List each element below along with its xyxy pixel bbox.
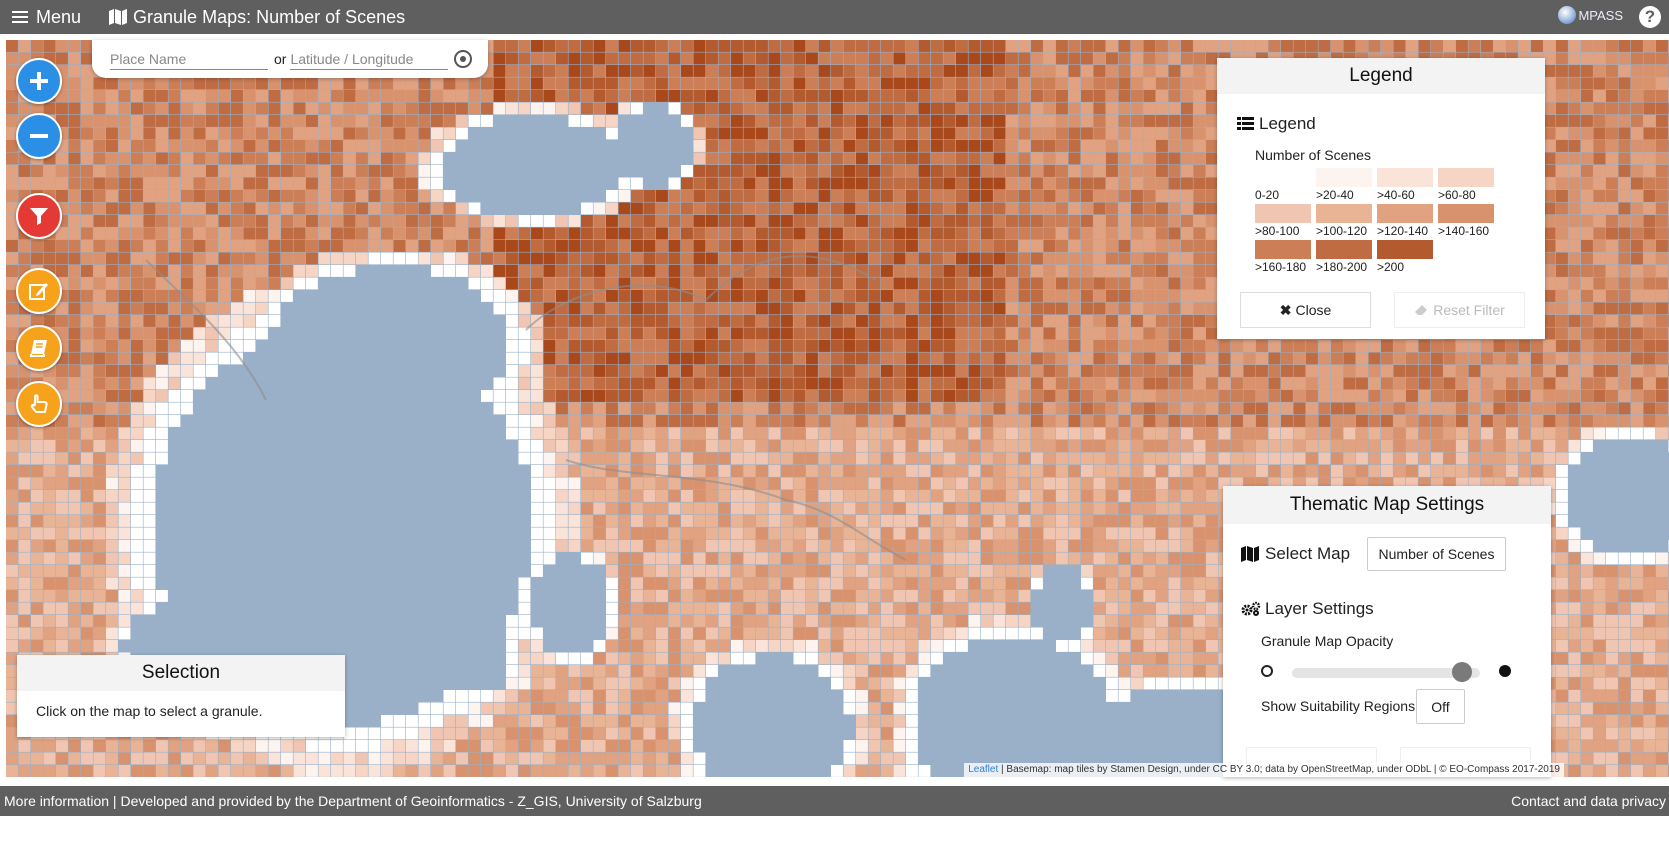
footer-info-link[interactable]: More information | Developed and provide… (4, 793, 702, 809)
gears-icon (1241, 601, 1261, 616)
menu-label: Menu (36, 6, 82, 27)
search-bar: or (92, 40, 488, 78)
legend-label: >160-180 (1255, 260, 1307, 274)
legend-class-5: >100-120 (1316, 204, 1372, 238)
minus-icon (30, 134, 48, 138)
legend-label: >60-80 (1438, 188, 1476, 202)
hamburger-icon (12, 11, 28, 23)
legend-swatch (1438, 168, 1494, 187)
legend-swatch (1438, 204, 1494, 223)
list-icon (1237, 117, 1254, 130)
reset-filter-button[interactable]: Reset Filter (1394, 292, 1525, 328)
legend-swatch (1255, 204, 1311, 223)
edit-button[interactable] (16, 268, 62, 314)
footer: More information | Developed and provide… (0, 786, 1669, 816)
legend-class-0: 0-20 (1255, 168, 1311, 202)
attribution-text: | Basemap: map tiles by Stamen Design, u… (998, 764, 1560, 775)
or-label: or (274, 51, 287, 67)
legend-label: >20-40 (1316, 188, 1354, 202)
select-map-label: Select Map (1265, 544, 1351, 563)
layer-settings-row: Layer Settings (1241, 599, 1374, 619)
plus-icon (30, 72, 48, 90)
opacity-max-icon (1499, 665, 1511, 677)
map-attribution: Leaflet | Basemap: map tiles by Stamen D… (964, 763, 1564, 777)
locate-icon[interactable] (454, 50, 473, 68)
globe-icon (1558, 6, 1577, 24)
close-icon: ✖ (1279, 301, 1292, 318)
brand-logo: MPASS (1558, 6, 1623, 24)
thematic-title: Thematic Map Settings (1223, 486, 1551, 524)
page-title-text: Granule Maps: Number of Scenes (133, 6, 406, 27)
place-name-input[interactable] (110, 48, 268, 70)
latlon-input[interactable] (290, 48, 449, 70)
legend-close-label: Close (1295, 302, 1332, 318)
selection-title: Selection (17, 655, 345, 691)
legend-class-4: >80-100 (1255, 204, 1311, 238)
zoom-out-button[interactable] (16, 113, 62, 159)
legend-class-6: >120-140 (1377, 204, 1433, 238)
layer-settings-label: Layer Settings (1265, 599, 1374, 618)
legend-subtitle: Legend (1237, 114, 1545, 134)
legend-panel-title: Legend (1217, 58, 1545, 94)
selection-hint: Click on the map to select a granule. (36, 703, 263, 719)
reset-filter-label: Reset Filter (1433, 302, 1505, 318)
legend-swatch (1316, 240, 1372, 259)
legend-label: >80-100 (1255, 224, 1300, 238)
legend-swatch (1377, 168, 1433, 187)
brand-text: MPASS (1578, 7, 1623, 23)
legend-swatch (1255, 168, 1311, 187)
filter-icon (30, 208, 48, 225)
suitability-label: Show Suitability Regions (1261, 698, 1416, 714)
legend-label: >140-160 (1438, 224, 1490, 238)
legend-label: >200 (1377, 260, 1405, 274)
select-map-dropdown[interactable]: Number of Scenes (1367, 537, 1506, 571)
legend-close-button[interactable]: ✖ Close (1240, 292, 1371, 328)
eraser-icon (1415, 305, 1428, 315)
legend-panel: Legend Legend Number of Scenes 0-20 >20-4… (1217, 58, 1545, 339)
legend-swatch (1316, 168, 1372, 187)
legend-class-10: >200 (1377, 240, 1433, 274)
filter-button[interactable] (16, 193, 62, 239)
zoom-in-button[interactable] (16, 58, 62, 104)
page-bottom (0, 816, 1669, 868)
map-icon (109, 9, 128, 25)
legend-subtitle-text: Legend (1259, 114, 1316, 133)
menu-button[interactable]: Menu (12, 7, 81, 28)
thematic-settings-panel: Thematic Map Settings Select Map Number … (1223, 486, 1551, 777)
legend-label: >120-140 (1377, 224, 1429, 238)
legend-swatch (1255, 240, 1311, 259)
legend-scale-title: Number of Scenes (1255, 147, 1371, 163)
legend-swatch (1316, 204, 1372, 223)
suitability-toggle[interactable]: Off (1416, 689, 1465, 724)
legend-label: >40-60 (1377, 188, 1415, 202)
legend-swatch (1377, 240, 1433, 259)
map-icon (1241, 546, 1259, 562)
leaflet-link[interactable]: Leaflet (968, 764, 998, 775)
opacity-label: Granule Map Opacity (1261, 633, 1394, 649)
legend-label: 0-20 (1255, 188, 1280, 202)
footer-contact-link[interactable]: Contact and data privacy (1511, 793, 1666, 809)
top-bar: Menu Granule Maps: Number of Scenes MPAS… (0, 0, 1669, 34)
selection-panel: Selection Click on the map to select a g… (17, 655, 345, 737)
legend-label: >100-120 (1316, 224, 1368, 238)
legend-swatch (1377, 204, 1433, 223)
select-map-row: Select Map (1241, 544, 1350, 564)
select-granule-button[interactable] (16, 381, 62, 427)
edit-icon (29, 283, 48, 300)
legend-class-8: >160-180 (1255, 240, 1311, 274)
book-icon (30, 340, 47, 357)
pointer-hand-icon (30, 394, 48, 413)
legend-label: >180-200 (1316, 260, 1368, 274)
legend-class-2: >40-60 (1377, 168, 1433, 202)
opacity-slider-handle[interactable] (1452, 662, 1472, 682)
page-title: Granule Maps: Number of Scenes (109, 7, 405, 28)
legend-class-9: >180-200 (1316, 240, 1372, 274)
help-button[interactable]: ? (1639, 6, 1661, 28)
legend-class-3: >60-80 (1438, 168, 1494, 202)
opacity-min-icon (1261, 665, 1273, 677)
legend-class-1: >20-40 (1316, 168, 1372, 202)
book-button[interactable] (16, 325, 62, 371)
legend-class-7: >140-160 (1438, 204, 1494, 238)
